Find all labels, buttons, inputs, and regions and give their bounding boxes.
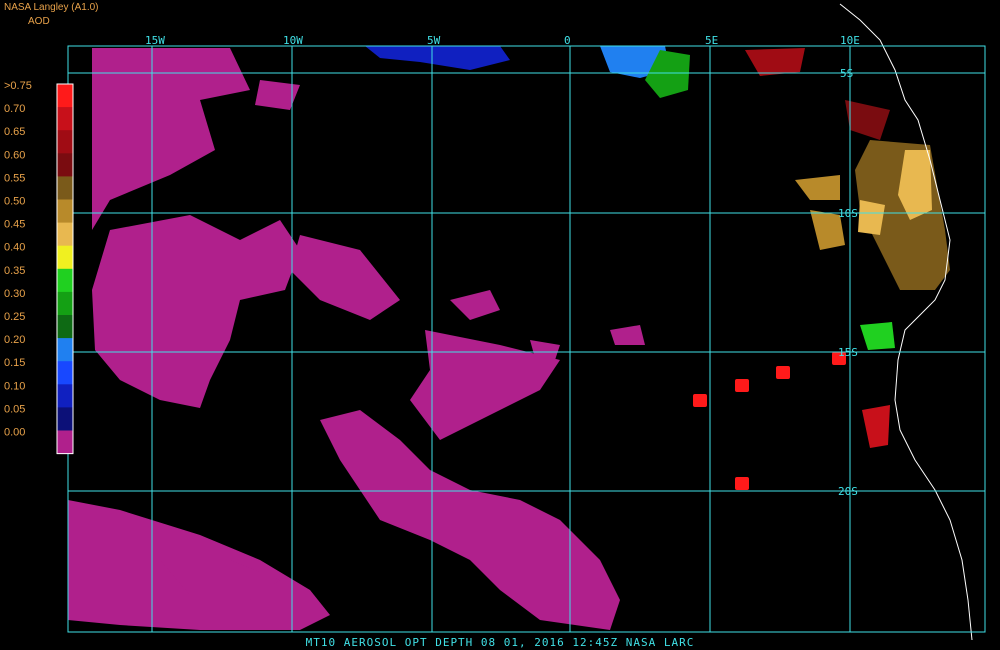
- lat-label: 5S: [840, 67, 853, 80]
- legend-label: 0.50: [4, 196, 25, 208]
- legend-swatch: [57, 430, 73, 455]
- aod-legend-bar: [56, 83, 74, 455]
- legend-label: 0.00: [4, 427, 25, 439]
- legend-swatch: [57, 407, 73, 431]
- footer-caption: MT10 AEROSOL OPT DEPTH 08 01, 2016 12:45…: [305, 636, 695, 649]
- lon-label: 10E: [840, 34, 860, 47]
- legend-label: 0.45: [4, 219, 25, 231]
- lat-label: 15S: [838, 346, 858, 359]
- legend-swatch: [57, 153, 73, 177]
- legend-label: 0.65: [4, 126, 25, 138]
- legend-swatch: [57, 361, 73, 385]
- legend-swatch: [57, 222, 73, 247]
- legend-label: 0.15: [4, 357, 25, 369]
- legend-swatch: [57, 384, 73, 408]
- lon-label: 0: [564, 34, 571, 47]
- legend-swatch: [57, 268, 73, 293]
- legend-label: 0.05: [4, 403, 25, 415]
- legend-label: 0.60: [4, 149, 25, 161]
- legend-label: 0.70: [4, 103, 25, 115]
- legend-swatch: [57, 176, 73, 200]
- legend-label: 0.35: [4, 265, 25, 277]
- aod-map: 15W 10W 5W 0 5E 10E 5S 10S 15S 20S >0.75…: [0, 0, 1000, 650]
- legend-label: 0.40: [4, 242, 25, 254]
- legend-unit: AOD: [28, 16, 50, 27]
- legend-swatch: [57, 84, 73, 108]
- legend-swatch: [57, 315, 73, 339]
- lat-label: 20S: [838, 485, 858, 498]
- lat-label: 10S: [838, 207, 858, 220]
- legend-label: 0.20: [4, 334, 25, 346]
- legend-swatch: [57, 338, 73, 362]
- legend-label: >0.75: [4, 80, 32, 92]
- lon-label: 15W: [145, 34, 165, 47]
- legend-swatch: [57, 199, 73, 224]
- legend-swatch: [57, 107, 73, 131]
- legend-title: NASA Langley (A1.0): [4, 2, 99, 13]
- lon-label: 5W: [427, 34, 441, 47]
- legend-swatch: [57, 291, 73, 316]
- lon-label: 10W: [283, 34, 303, 47]
- legend-label: 0.55: [4, 172, 25, 184]
- legend-label: 0.30: [4, 288, 25, 300]
- lon-label: 5E: [705, 34, 718, 47]
- legend-swatch: [57, 245, 73, 270]
- legend-label: 0.25: [4, 311, 25, 323]
- legend-swatch: [57, 130, 73, 154]
- legend-label: 0.10: [4, 380, 25, 392]
